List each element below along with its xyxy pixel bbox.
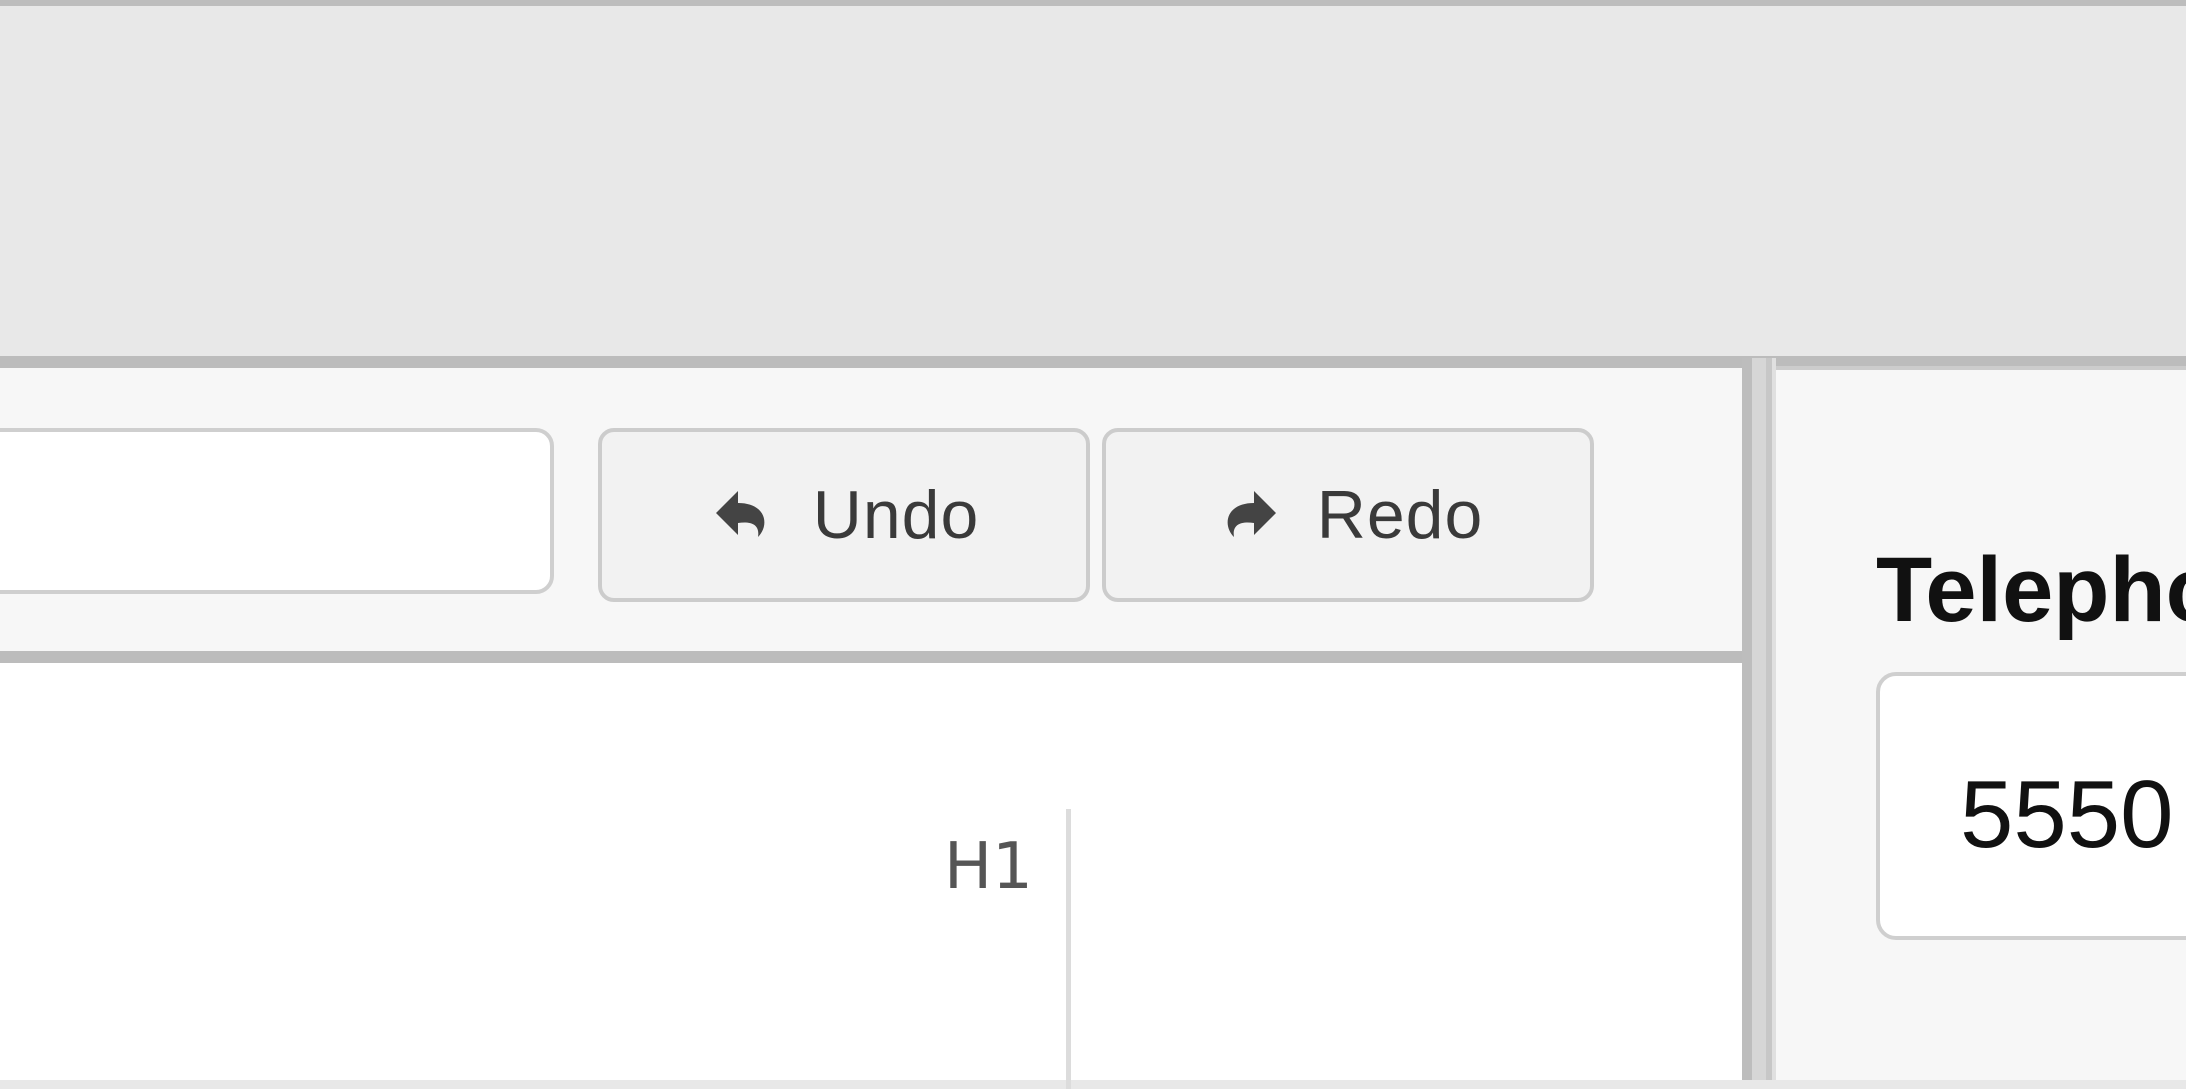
editor-toolbar: Undo Redo (0, 368, 1742, 651)
undo-button[interactable]: Undo (598, 428, 1090, 602)
undo-button-label: Undo (812, 477, 980, 553)
telephone-input[interactable]: 5550 (1876, 672, 2186, 940)
properties-panel: Telepho 5550 (1776, 366, 2186, 1080)
redo-arrow-icon (1213, 480, 1283, 550)
editor-content[interactable]: H1 (0, 663, 1742, 1089)
toolbar-input-field[interactable] (0, 428, 554, 594)
text-caret (1066, 809, 1071, 1089)
redo-button[interactable]: Redo (1102, 428, 1594, 602)
panel-splitter[interactable] (1742, 358, 1776, 1080)
telephone-field-label: Telepho (1876, 539, 2186, 641)
splitter-handle[interactable] (1752, 358, 1766, 1080)
redo-button-label: Redo (1316, 477, 1484, 553)
undo-arrow-icon (709, 480, 779, 550)
editor-panel: Undo Redo H1 (0, 368, 1742, 1089)
splitter-edge-right (1766, 358, 1772, 1080)
telephone-input-value: 5550 (1960, 761, 2174, 868)
heading-level-badge: H1 (944, 830, 1033, 904)
toolbar-divider (0, 651, 1742, 663)
header-band (0, 6, 2186, 356)
splitter-edge-left (1742, 358, 1752, 1080)
